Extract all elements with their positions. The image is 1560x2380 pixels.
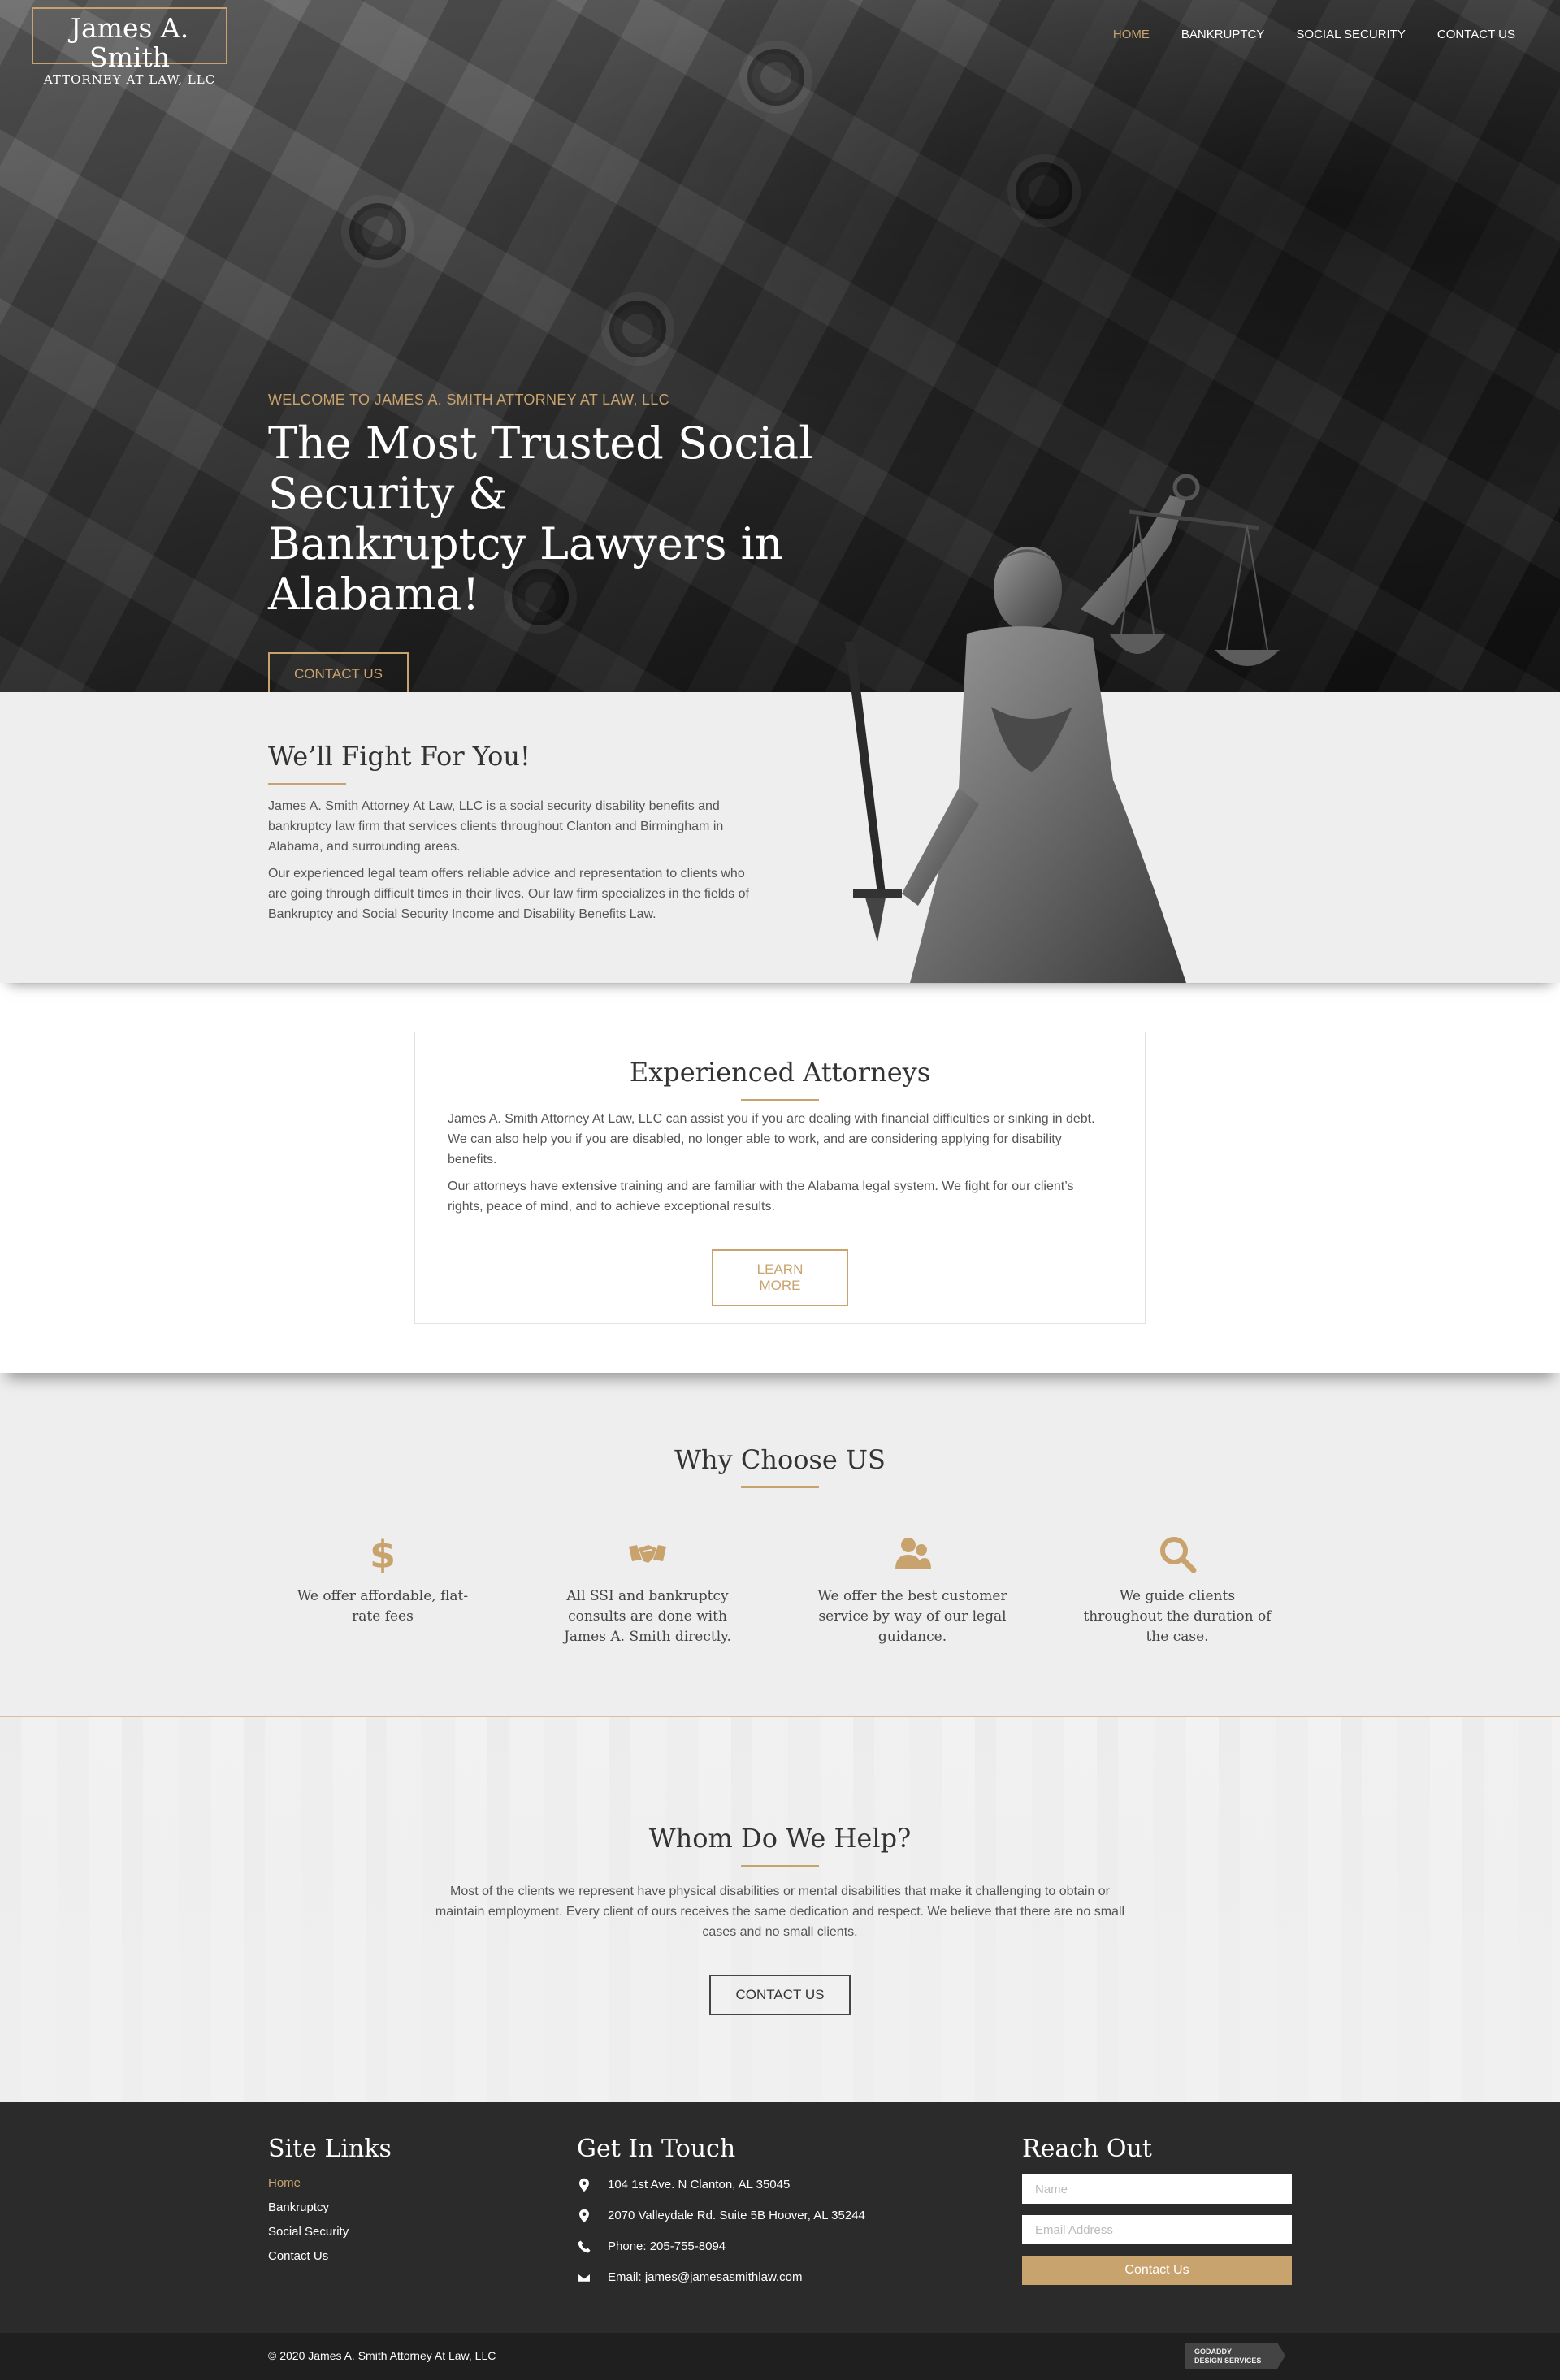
experienced-section: Experienced Attorneys James A. Smith Att…: [0, 983, 1560, 1373]
footer-address-2: 2070 Valleydale Rd. Suite 5B Hoover, AL …: [577, 2200, 865, 2231]
godaddy-badge-line2: DESIGN SERVICES: [1194, 2356, 1262, 2365]
footer-site-links-title: Site Links: [268, 2135, 392, 2163]
hero-title-line2: Bankruptcy Lawyers in Alabama!: [268, 518, 783, 620]
map-marker-icon: [579, 2209, 589, 2223]
nav-bankruptcy[interactable]: BANKRUPTCY: [1181, 28, 1265, 41]
ceiling-coffer: [609, 301, 666, 357]
why-choose-section: Why Choose US $ We offer affordable, fla…: [0, 1373, 1560, 1717]
footer-link-social-security[interactable]: Social Security: [268, 2220, 392, 2244]
ceiling-coffer: [748, 49, 804, 106]
footer-link-contact-us[interactable]: Contact Us: [268, 2244, 392, 2269]
footer-reach-out: Reach Out Contact Us: [1022, 2135, 1292, 2285]
experienced-card: Experienced Attorneys James A. Smith Att…: [414, 1032, 1146, 1324]
footer-phone[interactable]: Phone: 205-755-8094: [577, 2231, 865, 2262]
fight-paragraph-1: James A. Smith Attorney At Law, LLC is a…: [268, 799, 724, 854]
nav-contact-us[interactable]: CONTACT US: [1437, 28, 1515, 41]
envelope-icon: [577, 2273, 592, 2283]
whom-contact-button[interactable]: CONTACT US: [709, 1975, 851, 2015]
lady-justice-statue-image: [845, 474, 1280, 983]
title-divider: [268, 783, 346, 785]
footer-contact-button[interactable]: Contact Us: [1022, 2256, 1292, 2285]
hero-title-line1: The Most Trusted Social Security &: [268, 418, 813, 519]
title-divider: [741, 1486, 819, 1488]
footer-link-home[interactable]: Home: [268, 2171, 392, 2196]
handshake-icon: [629, 1545, 666, 1563]
bottom-bar: © 2020 James A. Smith Attorney At Law, L…: [0, 2333, 1560, 2380]
name-field[interactable]: [1022, 2174, 1292, 2204]
logo-name: James A. Smith: [70, 12, 189, 73]
why-item: $ We offer affordable, flat-rate fees: [259, 1533, 506, 1647]
why-item-text: All SSI and bankruptcy consults are done…: [564, 1588, 731, 1645]
hero-section: James A. Smith ATTORNEY AT LAW, LLC HOME…: [0, 0, 1560, 692]
ceiling-coffer: [349, 203, 406, 260]
fight-section: We’ll Fight For You! James A. Smith Atto…: [0, 692, 1560, 983]
main-nav: HOME BANKRUPTCY SOCIAL SECURITY CONTACT …: [1113, 28, 1515, 41]
learn-more-button[interactable]: LEARN MORE: [712, 1249, 848, 1306]
copyright-text: © 2020 James A. Smith Attorney At Law, L…: [268, 2349, 496, 2362]
footer-phone-text: Phone: 205-755-8094: [608, 2239, 726, 2253]
whom-title: Whom Do We Help?: [648, 1823, 912, 1854]
map-marker-icon: [579, 2178, 589, 2192]
why-item: We offer the best customer service by wa…: [789, 1534, 1036, 1647]
whom-paragraph: Most of the clients we represent have ph…: [435, 1885, 1125, 1939]
footer-email[interactable]: Email: james@jamesasmithlaw.com: [577, 2262, 865, 2293]
why-item: All SSI and bankruptcy consults are done…: [524, 1534, 771, 1647]
email-field[interactable]: [1022, 2215, 1292, 2244]
title-divider: [741, 1099, 819, 1101]
fight-title: We’ll Fight For You!: [268, 741, 531, 772]
experienced-paragraph-2: Our attorneys have extensive training an…: [448, 1179, 1074, 1214]
whom-section: Whom Do We Help? Most of the clients we …: [0, 1717, 1560, 2102]
footer-contact: Get In Touch 104 1st Ave. N Clanton, AL …: [577, 2135, 865, 2293]
search-icon: [1160, 1537, 1197, 1573]
footer-site-links: Site Links Home Bankruptcy Social Securi…: [268, 2135, 392, 2269]
footer: Site Links Home Bankruptcy Social Securi…: [0, 2102, 1560, 2333]
footer-address-2-text: 2070 Valleydale Rd. Suite 5B Hoover, AL …: [608, 2209, 865, 2222]
footer-address-1-text: 104 1st Ave. N Clanton, AL 35045: [608, 2178, 791, 2192]
why-item-text: We offer the best customer service by wa…: [817, 1588, 1008, 1645]
hero-contact-button[interactable]: CONTACT US: [268, 652, 409, 692]
footer-contact-title: Get In Touch: [577, 2135, 736, 2163]
title-divider: [741, 1865, 819, 1867]
hero-eyebrow: WELCOME TO JAMES A. SMITH ATTORNEY AT LA…: [268, 392, 670, 408]
site-logo[interactable]: James A. Smith ATTORNEY AT LAW, LLC: [32, 7, 228, 87]
why-item-text: We offer affordable, flat-rate fees: [297, 1588, 469, 1625]
logo-subtitle: ATTORNEY AT LAW, LLC: [43, 72, 216, 87]
experienced-title: Experienced Attorneys: [629, 1057, 931, 1088]
svg-text:$: $: [370, 1534, 396, 1574]
phone-icon: [578, 2240, 591, 2253]
footer-link-bankruptcy[interactable]: Bankruptcy: [268, 2196, 392, 2220]
nav-home[interactable]: HOME: [1113, 28, 1150, 41]
nav-social-security[interactable]: SOCIAL SECURITY: [1296, 28, 1405, 41]
fight-content: We’ll Fight For You! James A. Smith Atto…: [268, 741, 764, 924]
footer-reach-out-title: Reach Out: [1022, 2135, 1152, 2163]
godaddy-badge-line1: GODADDY: [1194, 2348, 1233, 2356]
ceiling-coffer: [1016, 162, 1072, 219]
experienced-paragraph-1: James A. Smith Attorney At Law, LLC can …: [448, 1112, 1095, 1166]
why-item: We guide clients throughout the duration…: [1054, 1534, 1301, 1647]
why-title: Why Choose US: [674, 1444, 886, 1475]
footer-email-text: Email: james@jamesasmithlaw.com: [608, 2270, 803, 2284]
fight-paragraph-2: Our experienced legal team offers reliab…: [268, 867, 749, 921]
godaddy-badge[interactable]: GODADDY DESIGN SERVICES: [1185, 2343, 1285, 2369]
dollar-icon: $: [370, 1533, 396, 1577]
why-grid: $ We offer affordable, flat-rate fees Al…: [0, 1533, 1560, 1647]
why-item-text: We guide clients throughout the duration…: [1083, 1588, 1272, 1645]
footer-address-1: 104 1st Ave. N Clanton, AL 35045: [577, 2170, 865, 2200]
users-icon: [895, 1538, 931, 1569]
